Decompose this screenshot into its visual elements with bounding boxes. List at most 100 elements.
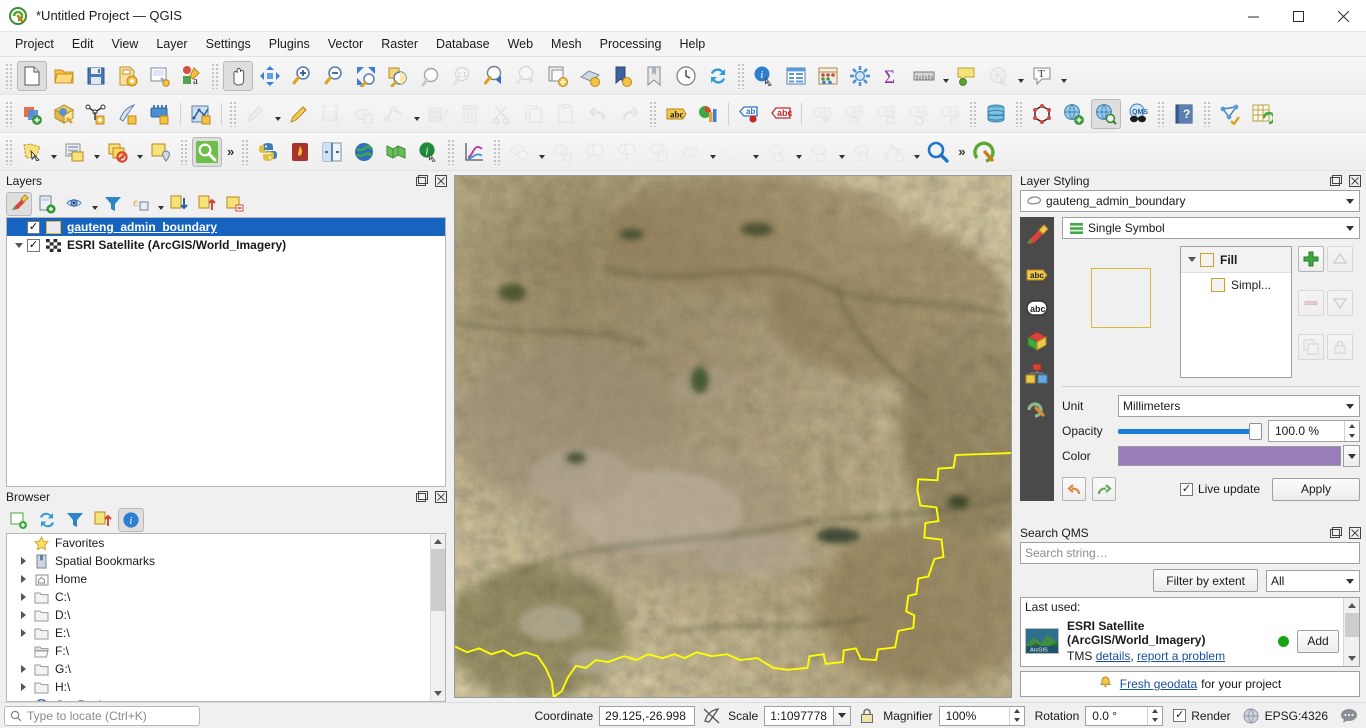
browser-item-favorites[interactable]: Favorites <box>7 534 430 552</box>
move-label-button[interactable]: abc <box>871 99 901 129</box>
toolbar-handle[interactable] <box>969 100 977 127</box>
zoom-to-selection-button[interactable] <box>383 61 413 91</box>
undock-icon[interactable] <box>1328 525 1344 540</box>
add-feature-button[interactable] <box>348 99 378 129</box>
toolbar-handle[interactable] <box>1015 100 1023 127</box>
new-map-view-button[interactable] <box>543 61 573 91</box>
chevron-down-icon[interactable] <box>1346 404 1354 409</box>
python-console-button[interactable] <box>253 137 283 167</box>
browser-tree[interactable]: Favorites Spatial Bookmarks Home C:\ D:\… <box>6 533 430 702</box>
scroll-up-button[interactable] <box>431 534 445 549</box>
menu-web[interactable]: Web <box>499 34 542 54</box>
fresh-geodata-link[interactable]: Fresh geodata <box>1120 677 1197 691</box>
new-3d-map-view-button[interactable] <box>575 61 605 91</box>
add-symbol-layer-button[interactable] <box>1298 246 1324 272</box>
map-themes-dropdown-arrow[interactable] <box>90 192 100 216</box>
highlight-pinned-labels-button[interactable]: ab <box>734 99 764 129</box>
layer-visibility-checkbox[interactable]: ✓ <box>27 238 40 252</box>
topology-checker-button[interactable] <box>1027 99 1057 129</box>
qgis-mark-button[interactable] <box>970 137 1000 167</box>
data-management-button[interactable] <box>805 137 835 167</box>
search-qms-toolbar-button[interactable] <box>192 136 222 167</box>
opacity-spinbox[interactable]: 100.0 % <box>1268 420 1360 442</box>
slider-handle[interactable] <box>1249 422 1262 440</box>
overflow-chevron-icon[interactable]: » <box>954 144 969 159</box>
feature-action-dropdown-arrow[interactable] <box>1015 61 1026 91</box>
diagram-button[interactable] <box>693 99 723 129</box>
history-tab[interactable] <box>1023 393 1051 421</box>
current-edits-button[interactable] <box>241 99 271 129</box>
scale-field[interactable]: 1:1097778 <box>764 705 835 726</box>
duplicate-symbol-layer-button[interactable] <box>1298 334 1324 360</box>
lock-symbol-color-button[interactable] <box>1327 334 1353 360</box>
scroll-track[interactable] <box>431 549 445 686</box>
undock-icon[interactable] <box>414 173 430 188</box>
expand-all-button[interactable] <box>166 192 192 216</box>
toolbar-handle[interactable] <box>180 138 188 165</box>
filter-browser-button[interactable] <box>62 508 88 532</box>
expander-icon[interactable] <box>15 683 31 691</box>
scroll-track[interactable] <box>1344 613 1359 651</box>
toggle-labels-button[interactable]: abc <box>766 99 796 129</box>
symbol-layer-list[interactable]: Fill Simpl... <box>1180 246 1292 378</box>
overflow-chevron-icon[interactable]: » <box>223 144 238 159</box>
help-contents-button[interactable]: ? <box>1169 99 1199 129</box>
data-management-arrow[interactable] <box>836 137 847 167</box>
opacity-slider[interactable] <box>1118 422 1262 440</box>
zoom-last-button[interactable] <box>479 61 509 91</box>
analysis-tools-arrow[interactable] <box>750 137 761 167</box>
layers-tree[interactable]: ✓ gauteng_admin_boundary ✓ ESRI Satellit… <box>6 217 446 487</box>
qms-last-used-button[interactable]: QMS <box>1123 99 1153 129</box>
temporal-controller-button[interactable] <box>671 61 701 91</box>
filter-legend-by-expression-button[interactable]: ε <box>128 192 154 216</box>
measure-line-button[interactable] <box>909 61 939 91</box>
toolbar-handle[interactable] <box>1203 100 1211 127</box>
new-project-button[interactable] <box>17 60 47 91</box>
vertex-tool-button[interactable] <box>380 99 410 129</box>
research-tools-button[interactable] <box>762 137 792 167</box>
metasearch-button[interactable] <box>1059 99 1089 129</box>
select-dropdown-arrow[interactable] <box>48 137 59 167</box>
menu-database[interactable]: Database <box>427 34 499 54</box>
browser-item-e-drive[interactable]: E:\ <box>7 624 430 642</box>
qms-add-button[interactable]: Add <box>1297 629 1339 653</box>
new-shapefile-layer-button[interactable] <box>186 99 216 129</box>
add-delimited-text-layer-button[interactable] <box>81 99 111 129</box>
checkbox-box[interactable]: ✓ <box>1173 709 1187 722</box>
new-print-layout-button[interactable] <box>145 61 175 91</box>
toolbar-handle[interactable] <box>5 100 13 127</box>
refresh-button[interactable] <box>34 508 60 532</box>
measure-dropdown-arrow[interactable] <box>940 61 951 91</box>
open-layer-styling-panel-button[interactable] <box>6 191 32 216</box>
masks-tab[interactable]: abc <box>1023 294 1051 322</box>
spin-buttons[interactable] <box>1147 706 1162 725</box>
run-feature-action-button[interactable] <box>984 61 1014 91</box>
symbol-layer-child[interactable]: Simpl... <box>1181 273 1291 297</box>
render-checkbox[interactable]: ✓ Render <box>1173 709 1231 723</box>
close-icon[interactable] <box>433 489 449 504</box>
apply-button[interactable]: Apply <box>1272 477 1360 501</box>
expander-icon[interactable] <box>15 557 31 565</box>
globe-icon[interactable] <box>1243 708 1259 724</box>
geoprocessing-convexhull-button[interactable] <box>548 137 578 167</box>
browser-item-g-drive[interactable]: G:\ <box>7 660 430 678</box>
processing-toolbox-button[interactable] <box>845 61 875 91</box>
select-expression-arrow[interactable] <box>91 137 102 167</box>
menu-help[interactable]: Help <box>670 34 714 54</box>
copy-features-button[interactable] <box>519 99 549 129</box>
redo-style-button[interactable] <box>1092 477 1116 501</box>
add-spatialite-layer-button[interactable] <box>113 99 143 129</box>
maximize-button[interactable] <box>1276 0 1321 32</box>
zoom-to-layer-button[interactable] <box>415 61 445 91</box>
coordinate-capture-icon[interactable] <box>703 707 720 724</box>
layer-item-gauteng-admin-boundary[interactable]: ✓ gauteng_admin_boundary <box>7 218 445 236</box>
show-hide-labels-button[interactable]: abc <box>839 99 869 129</box>
select-features-button[interactable] <box>17 137 47 167</box>
qms-type-filter-combo[interactable]: All <box>1266 569 1360 592</box>
search-qms-button[interactable] <box>1091 98 1121 129</box>
new-bookmark-button[interactable] <box>607 61 637 91</box>
geoprocessing-symdiff-button[interactable] <box>612 137 642 167</box>
checkbox-box[interactable]: ✓ <box>1179 482 1193 496</box>
close-button[interactable] <box>1321 0 1366 32</box>
qms-result-item[interactable]: ArcGIS ESRI Satellite (ArcGIS/World_Imag… <box>1021 616 1343 666</box>
